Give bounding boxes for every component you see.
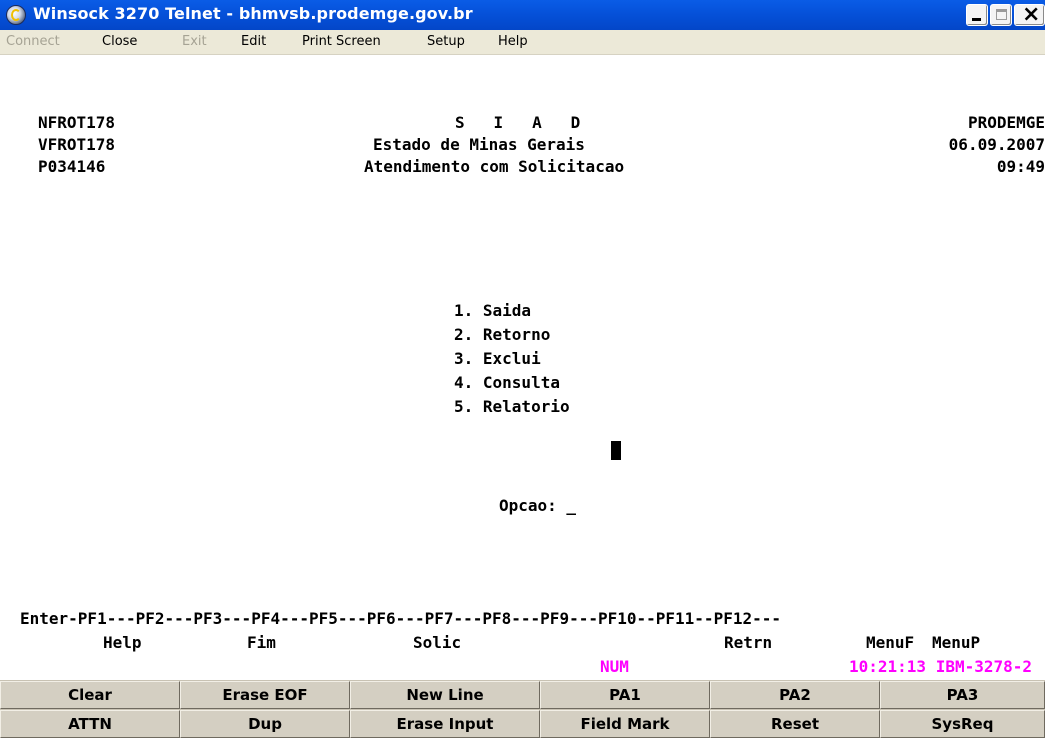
erase-input-key[interactable]: Erase Input bbox=[350, 710, 540, 738]
reset-key[interactable]: Reset bbox=[710, 710, 880, 738]
user-id: P034146 bbox=[38, 157, 106, 176]
screen-id: VFROT178 bbox=[38, 135, 116, 154]
app-icon[interactable] bbox=[6, 5, 26, 25]
state-title: Estado de Minas Gerais bbox=[373, 135, 585, 154]
new-line-key[interactable]: New Line bbox=[350, 681, 540, 709]
terminal-cursor bbox=[611, 441, 621, 460]
sysreq-key[interactable]: SysReq bbox=[880, 710, 1045, 738]
pf9-label: Retrn bbox=[724, 633, 773, 652]
attn-key[interactable]: ATTN bbox=[0, 710, 180, 738]
org-name: PRODEMGE bbox=[967, 113, 1045, 132]
option-input[interactable]: Opcao: _ bbox=[499, 496, 576, 516]
option-saida: 1. Saida bbox=[454, 301, 532, 320]
pf-key-line: Enter-PF1---PF2---PF3---PF4---PF5---PF6-… bbox=[20, 609, 781, 628]
window-title: Winsock 3270 Telnet - bhmvsb.prodemge.go… bbox=[33, 4, 473, 23]
terminal-screen[interactable]: NFROT178 VFROT178 P034146 S I A D Estado… bbox=[0, 55, 1045, 680]
pf11-label: MenuF bbox=[866, 633, 915, 652]
option-exclui: 3. Exclui bbox=[454, 349, 541, 368]
option-retorno: 2. Retorno bbox=[454, 325, 551, 344]
close-button[interactable] bbox=[1014, 2, 1045, 27]
system-title: S I A D bbox=[455, 113, 581, 132]
title-bar: Winsock 3270 Telnet - bhmvsb.prodemge.go… bbox=[0, 0, 1045, 30]
field-mark-key[interactable]: Field Mark bbox=[540, 710, 710, 738]
dup-key[interactable]: Dup bbox=[180, 710, 350, 738]
minimize-button[interactable] bbox=[966, 4, 988, 26]
maximize-button[interactable] bbox=[990, 4, 1012, 26]
pa1-key[interactable]: PA1 bbox=[540, 681, 710, 709]
menu-edit[interactable]: Edit bbox=[241, 34, 266, 49]
menu-close[interactable]: Close bbox=[102, 34, 137, 49]
keypad: Clear Erase EOF New Line PA1 PA2 PA3 ATT… bbox=[0, 680, 1045, 738]
option-consulta: 4. Consulta bbox=[454, 373, 560, 392]
menu-exit[interactable]: Exit bbox=[182, 34, 207, 49]
pf3-label: Fim bbox=[247, 633, 276, 652]
menu-print-screen[interactable]: Print Screen bbox=[302, 34, 381, 49]
erase-eof-key[interactable]: Erase EOF bbox=[180, 681, 350, 709]
program-id: NFROT178 bbox=[38, 113, 116, 132]
screen-date: 06.09.2007 bbox=[948, 135, 1045, 154]
pf5-label: Solic bbox=[413, 633, 462, 652]
pf1-label: Help bbox=[103, 633, 142, 652]
num-lock-indicator: NUM bbox=[600, 657, 629, 676]
pa3-key[interactable]: PA3 bbox=[880, 681, 1045, 709]
menu-help[interactable]: Help bbox=[498, 34, 528, 49]
option-relatorio: 5. Relatorio bbox=[454, 397, 570, 416]
pa2-key[interactable]: PA2 bbox=[710, 681, 880, 709]
status-time-terminal: 10:21:13 IBM-3278-2 bbox=[849, 657, 1033, 676]
screen-time: 09:49 bbox=[996, 157, 1045, 176]
menu-setup[interactable]: Setup bbox=[427, 34, 465, 49]
menu-bar: Connect Close Exit Edit Print Screen Set… bbox=[0, 30, 1045, 55]
menu-connect[interactable]: Connect bbox=[6, 34, 60, 49]
clear-key[interactable]: Clear bbox=[0, 681, 180, 709]
screen-title: Atendimento com Solicitacao bbox=[364, 157, 625, 176]
pf12-label: MenuP bbox=[932, 633, 981, 652]
